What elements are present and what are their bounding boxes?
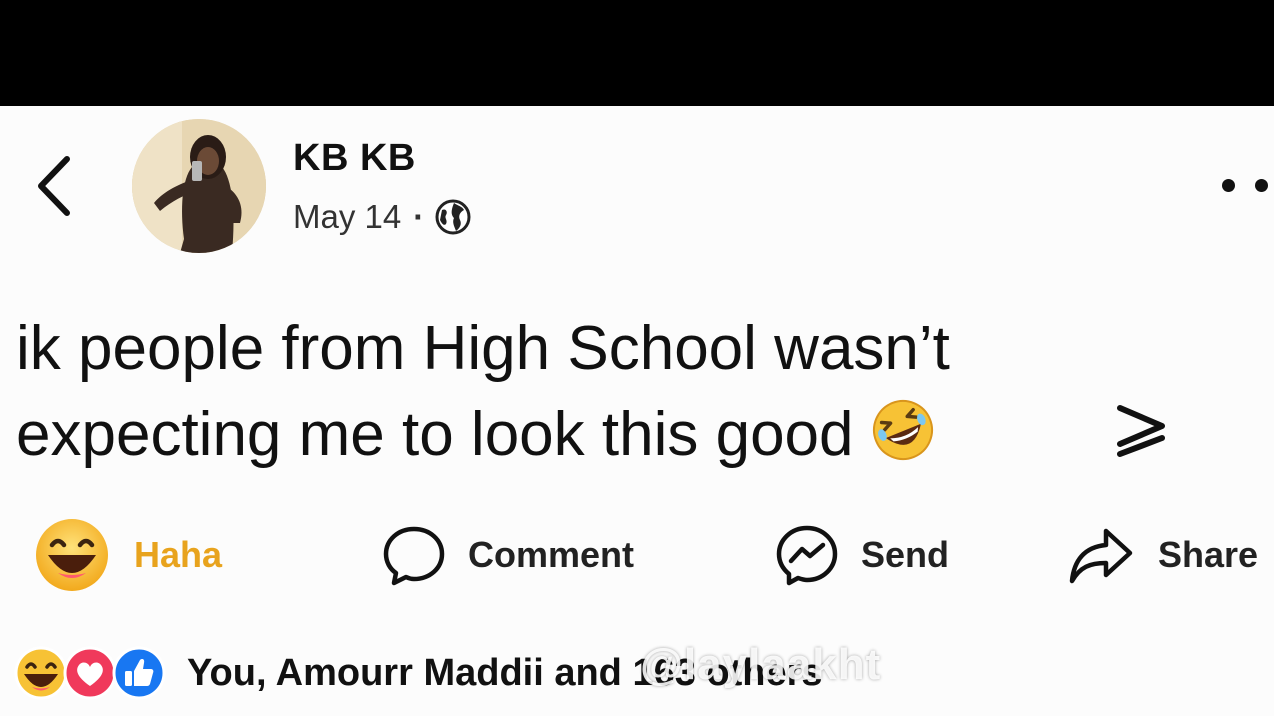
- comment-label: Comment: [468, 534, 635, 575]
- send-button[interactable]: Send: [775, 510, 949, 600]
- haha-label: Haha: [134, 534, 223, 575]
- like-icon: [112, 646, 166, 700]
- more-dot-icon: [1255, 178, 1268, 192]
- more-dot-icon: [1222, 178, 1235, 192]
- back-button[interactable]: [26, 150, 80, 222]
- author-name[interactable]: KB KB: [293, 137, 416, 180]
- share-button[interactable]: Share: [1066, 510, 1258, 600]
- comment-button[interactable]: Comment: [382, 510, 634, 600]
- avatar[interactable]: [132, 119, 266, 253]
- haha-icon: [14, 646, 68, 700]
- share-arrow-icon: [1069, 528, 1133, 584]
- post-date[interactable]: May 14: [293, 198, 401, 236]
- post-text-line: expecting me to look this good: [16, 400, 854, 469]
- post-action-bar: Haha Comment Send Share: [0, 510, 1274, 600]
- double-chevron-right-icon[interactable]: [1112, 392, 1172, 462]
- more-options-button[interactable]: [1222, 170, 1268, 200]
- post-text-line: ik people from High School wasn’t: [16, 314, 950, 383]
- post-body: ik people from High School wasn’t expect…: [16, 306, 1116, 478]
- send-label: Send: [861, 534, 950, 575]
- post-meta: May 14 ·: [293, 196, 472, 238]
- avatar-photo: [132, 119, 266, 253]
- chevron-left-icon: [38, 156, 70, 216]
- watermark-text: @laylaakht: [640, 640, 882, 689]
- rolling-on-floor-laughing-emoji-icon: [872, 400, 933, 460]
- post-text-line-with-emoji: expecting me to look this good: [16, 392, 1116, 478]
- haha-reaction-button[interactable]: Haha: [34, 510, 222, 600]
- love-icon: [63, 646, 117, 700]
- reaction-icons: [14, 646, 166, 700]
- meta-separator: ·: [413, 198, 425, 235]
- share-label: Share: [1158, 534, 1259, 575]
- globe-icon: [435, 199, 471, 235]
- comment-icon: [383, 526, 445, 586]
- status-bar-letterbox: [0, 0, 1274, 106]
- messenger-icon: [776, 525, 838, 586]
- haha-icon: [36, 519, 108, 591]
